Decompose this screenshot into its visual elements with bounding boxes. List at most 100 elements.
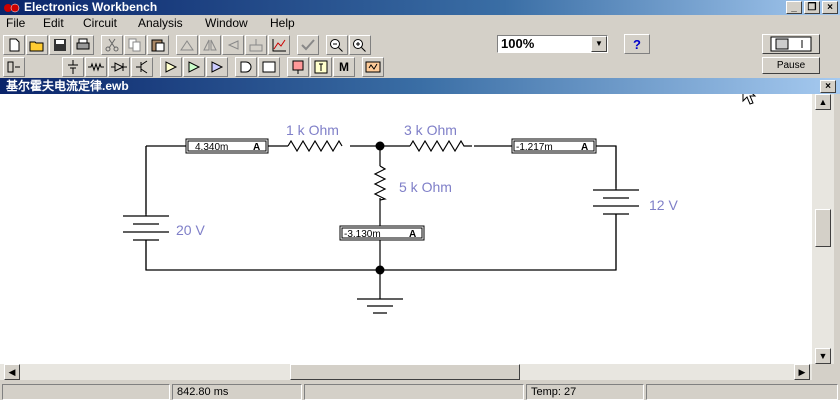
zoom-select[interactable]: 100% ▼: [497, 35, 608, 53]
transistors-bin-button[interactable]: [131, 57, 153, 77]
diodes-bin-button[interactable]: [108, 57, 130, 77]
zoom-out-button[interactable]: [326, 35, 348, 55]
ammeter-2[interactable]: -1.217m A: [511, 138, 597, 154]
component-properties-icon: [249, 39, 263, 52]
flip-horizontal-button[interactable]: [199, 35, 221, 55]
open-file-button[interactable]: [26, 35, 48, 55]
miscellaneous-bin-button[interactable]: M: [333, 57, 355, 77]
ammeter-1-unit: A: [253, 142, 260, 153]
new-file-icon: [9, 38, 20, 52]
basic-bin-button[interactable]: [85, 57, 107, 77]
graph-button[interactable]: [268, 35, 290, 55]
title-bar: Electronics Workbench _ ❐ ×: [0, 0, 840, 15]
close-button[interactable]: ×: [822, 1, 838, 14]
logic-gates-bin-button[interactable]: [235, 57, 257, 77]
rotate-button[interactable]: [176, 35, 198, 55]
status-extra: [646, 384, 838, 400]
scissors-icon: [105, 38, 119, 52]
resistor-5k-label: 5 k Ohm: [399, 179, 452, 195]
digital-ics-bin-button[interactable]: [206, 57, 228, 77]
resize-corner: [814, 364, 840, 380]
sources-bin-button[interactable]: [62, 57, 84, 77]
favorites-bin-button[interactable]: [3, 57, 25, 77]
menu-window[interactable]: Window: [205, 16, 248, 30]
battery-icon: [68, 60, 78, 74]
scroll-right-button[interactable]: ▶: [794, 364, 810, 380]
junction-bottom: [375, 265, 385, 275]
instruments-bin-button[interactable]: [362, 57, 384, 77]
ammeter-1-value: 4.340m: [195, 142, 228, 153]
wires: [145, 145, 617, 299]
scroll-left-button[interactable]: ◀: [4, 364, 20, 380]
copy-button[interactable]: [124, 35, 146, 55]
ammeter-2-value: -1.217m: [516, 142, 553, 153]
scroll-up-button[interactable]: ▲: [815, 94, 831, 110]
indicators-bin-button[interactable]: [287, 57, 309, 77]
vertical-scroll-thumb[interactable]: [815, 209, 831, 247]
menu-analysis[interactable]: Analysis: [138, 16, 183, 30]
circuit-canvas[interactable]: 1 k Ohm 3 k Ohm 5 k Ohm 20 V 12 V 4.340m…: [0, 94, 812, 364]
digital-ic-icon: [211, 61, 224, 73]
checkmark-icon: [301, 39, 315, 51]
flip-vertical-icon: [227, 40, 239, 50]
chevron-down-icon[interactable]: ▼: [591, 36, 607, 52]
battery-20v[interactable]: [120, 146, 172, 270]
diode-icon: [111, 62, 127, 72]
new-file-button[interactable]: [3, 35, 25, 55]
menu-file[interactable]: File: [6, 16, 25, 30]
battery-12v-label: 12 V: [649, 197, 678, 213]
print-button[interactable]: [72, 35, 94, 55]
menu-circuit[interactable]: Circuit: [83, 16, 117, 30]
resistor-3k-label: 3 k Ohm: [404, 122, 457, 138]
cut-button[interactable]: [101, 35, 123, 55]
mixed-ics-bin-button[interactable]: [183, 57, 205, 77]
menu-edit[interactable]: Edit: [43, 16, 64, 30]
resistor-3k[interactable]: [409, 139, 472, 153]
document-close-button[interactable]: ×: [820, 80, 836, 93]
control-icon: [314, 60, 328, 74]
save-file-button[interactable]: [49, 35, 71, 55]
document-title: 基尔霍夫电流定律.ewb: [0, 78, 840, 94]
horizontal-scrollbar[interactable]: ◀ ▶: [0, 364, 812, 380]
flip-vertical-button[interactable]: [222, 35, 244, 55]
transistor-icon: [136, 60, 148, 74]
indicator-icon: [292, 60, 304, 74]
battery-12v[interactable]: [590, 146, 642, 270]
menu-help[interactable]: Help: [270, 16, 295, 30]
digital-bin-button[interactable]: [258, 57, 280, 77]
ammeter-1[interactable]: 4.340m A: [185, 138, 269, 154]
restore-button[interactable]: ❐: [804, 1, 820, 14]
instrument-icon: [365, 61, 381, 73]
controls-bin-button[interactable]: [310, 57, 332, 77]
rotate-icon: [180, 40, 194, 51]
status-bar: 842.80 ms Temp: 27: [0, 382, 840, 400]
zoom-in-button[interactable]: [349, 35, 371, 55]
ground-symbol[interactable]: [357, 298, 403, 314]
zoom-out-icon: [330, 39, 343, 52]
resistor-1k[interactable]: [287, 139, 343, 153]
main-toolbar: [3, 34, 372, 56]
component-properties-button[interactable]: [245, 35, 267, 55]
paste-button[interactable]: [147, 35, 169, 55]
help-button[interactable]: ?: [624, 34, 650, 54]
ammeter-3[interactable]: -3.130m A: [339, 225, 425, 241]
mixed-ic-icon: [188, 61, 201, 73]
minimize-button[interactable]: _: [786, 1, 802, 14]
power-switch[interactable]: [762, 34, 820, 54]
logic-gate-icon: [240, 61, 252, 73]
horizontal-scroll-thumb[interactable]: [290, 364, 520, 380]
simulation-time: 842.80 ms: [172, 384, 302, 400]
resistor-5k[interactable]: [373, 165, 387, 201]
create-subcircuit-button[interactable]: [297, 35, 319, 55]
opamp-icon: [165, 61, 178, 73]
app-logo-icon: [4, 3, 20, 13]
save-disk-icon: [54, 39, 66, 51]
resistor-1k-label: 1 k Ohm: [286, 122, 339, 138]
vertical-scrollbar[interactable]: ▲ ▼: [812, 94, 834, 364]
status-message: [2, 384, 170, 400]
menu-bar: File Edit Circuit Analysis Window Help: [0, 15, 840, 32]
pause-button[interactable]: Pause: [762, 57, 820, 74]
analog-ics-bin-button[interactable]: [160, 57, 182, 77]
graph-icon: [272, 39, 286, 52]
scroll-down-button[interactable]: ▼: [815, 348, 831, 364]
